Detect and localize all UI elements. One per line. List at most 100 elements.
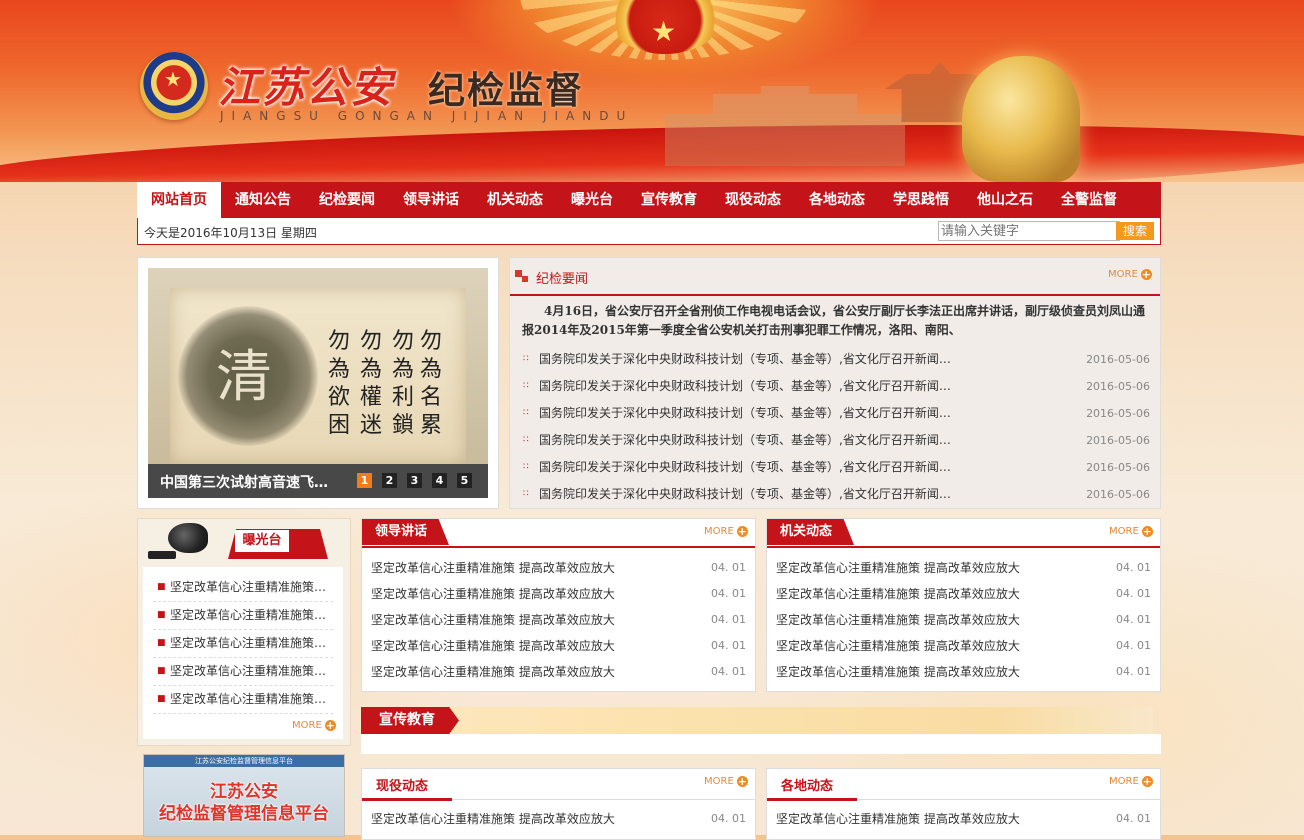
nav-item-study-practice[interactable]: 学思践悟 bbox=[879, 182, 963, 218]
list-item[interactable]: ∷ 国务院印发关于深化中央财政科技计划（专项、基金等）,省文化厅召开新闻… 2016… bbox=[510, 454, 1160, 481]
search-input[interactable] bbox=[938, 221, 1120, 241]
logo-subtitle-cn: 纪检监督 bbox=[428, 68, 584, 112]
active-duty-more-link[interactable]: MORE + bbox=[704, 776, 748, 787]
plus-circle-icon: + bbox=[736, 775, 748, 788]
nav-item-other-mountains[interactable]: 他山之石 bbox=[963, 182, 1047, 218]
slide-dot-5[interactable]: 5 bbox=[457, 473, 472, 488]
plus-circle-icon: + bbox=[1140, 268, 1152, 281]
slide-image[interactable]: 清 勿為名累 勿為利鎖 勿為權迷 勿為欲困 bbox=[148, 268, 488, 464]
section-title-underline bbox=[767, 798, 857, 801]
discipline-news-more-link[interactable]: MORE + bbox=[1108, 269, 1152, 280]
bullet-icon: ∷ bbox=[523, 435, 529, 445]
info-platform-banner[interactable]: 江苏公安纪检监督管理信息平台 江苏公安 纪检监督管理信息平台 bbox=[143, 754, 345, 837]
slide-dot-3[interactable]: 3 bbox=[407, 473, 422, 488]
plus-circle-icon: + bbox=[1141, 775, 1153, 788]
more-label: MORE bbox=[1108, 269, 1138, 280]
more-label: MORE bbox=[1109, 526, 1139, 537]
star-icon: ★ bbox=[651, 15, 677, 48]
nav-item-all-police-supervision[interactable]: 全警监督 bbox=[1047, 182, 1131, 218]
exposure-more-link[interactable]: MORE + bbox=[292, 720, 336, 731]
local-news-more-link[interactable]: MORE + bbox=[1109, 776, 1153, 787]
section-square-icon bbox=[522, 276, 528, 282]
nav-item-publicity[interactable]: 宣传教育 bbox=[627, 182, 711, 218]
organ-news-more-link[interactable]: MORE + bbox=[1109, 526, 1153, 537]
discipline-news-panel: 纪检要闻 MORE + 4月16日，省公安厅召开全省刑侦工作电视电话会议，省公安厅… bbox=[509, 257, 1161, 509]
camera-stand-icon bbox=[148, 551, 176, 559]
slide-dot-1[interactable]: 1 bbox=[357, 473, 372, 488]
slide-caption[interactable]: 中国第三次试射高音速飞… bbox=[160, 472, 328, 492]
list-item[interactable]: ∷ 国务院印发关于深化中央财政科技计划（专项、基金等）,省文化厅召开新闻… 2016… bbox=[510, 427, 1160, 454]
bullet-icon: ∷ bbox=[523, 354, 529, 364]
nav-item-discipline-news[interactable]: 纪检要闻 bbox=[305, 182, 389, 218]
nav-item-active-duty[interactable]: 现役动态 bbox=[711, 182, 795, 218]
bullet-icon: ■ bbox=[157, 666, 166, 676]
list-item[interactable]: ∷ 国务院印发关于深化中央财政科技计划（专项、基金等）,省文化厅召开新闻… 2016… bbox=[510, 481, 1160, 508]
list-item[interactable]: 坚定改革信心注重精准施策 提高改革效应放大 04. 01 bbox=[371, 659, 746, 685]
list-item-title: 国务院印发关于深化中央财政科技计划（专项、基金等）,省文化厅召开新闻… bbox=[539, 460, 951, 474]
main-nav: 网站首页 通知公告 纪检要闻 领导讲话 机关动态 曝光台 宣传教育 现役动态 各… bbox=[137, 182, 1161, 218]
list-item-date: 04. 01 bbox=[1116, 561, 1151, 574]
list-item[interactable]: 坚定改革信心注重精准施策 提高改革效应放大 04. 01 bbox=[371, 581, 746, 607]
discipline-news-headline[interactable]: 4月16日，省公安厅召开全省刑侦工作电视电话会议，省公安厅副厅长李法正出席并讲话… bbox=[522, 302, 1152, 340]
list-item-title: 坚定改革信心注重精准施策 提高改革效应放大 bbox=[371, 665, 615, 679]
nav-item-organ-news[interactable]: 机关动态 bbox=[473, 182, 557, 218]
list-item[interactable]: ■ 坚定改革信心注重精准施策… bbox=[153, 685, 333, 714]
nav-item-notices[interactable]: 通知公告 bbox=[221, 182, 305, 218]
nav-item-exposure[interactable]: 曝光台 bbox=[557, 182, 627, 218]
calligraphy-scroll-image: 清 勿為名累 勿為利鎖 勿為權迷 勿為欲困 bbox=[170, 288, 466, 464]
list-item[interactable]: 坚定改革信心注重精准施策 提高改革效应放大 04. 01 bbox=[776, 607, 1151, 633]
more-label: MORE bbox=[704, 776, 734, 787]
list-item[interactable]: ∷ 国务院印发关于深化中央财政科技计划（专项、基金等）,省文化厅召开新闻… 2016… bbox=[510, 346, 1160, 373]
slide-dot-2[interactable]: 2 bbox=[382, 473, 397, 488]
list-item[interactable]: ∷ 国务院印发关于深化中央财政科技计划（专项、基金等）,省文化厅召开新闻… 2016… bbox=[510, 373, 1160, 400]
section-square-icon bbox=[515, 270, 522, 277]
discipline-news-header: 纪检要闻 MORE + bbox=[510, 258, 1160, 296]
section-title-underline bbox=[362, 798, 452, 801]
list-item[interactable]: ∷ 国务院印发关于深化中央财政科技计划（专项、基金等）,省文化厅召开新闻… 2016… bbox=[510, 400, 1160, 427]
section-divider bbox=[362, 546, 755, 548]
list-item[interactable]: 坚定改革信心注重精准施策 提高改革效应放大 04. 01 bbox=[776, 555, 1151, 581]
list-item[interactable]: ■ 坚定改革信心注重精准施策… bbox=[153, 601, 333, 630]
list-item-date: 04. 01 bbox=[1116, 665, 1151, 678]
list-item-date: 04. 01 bbox=[711, 812, 746, 825]
publicity-title[interactable]: 宣传教育 bbox=[361, 707, 459, 734]
slide-dot-4[interactable]: 4 bbox=[432, 473, 447, 488]
list-item[interactable]: 坚定改革信心注重精准施策 提高改革效应放大 04. 01 bbox=[371, 633, 746, 659]
list-item-title: 坚定改革信心注重精准施策 提高改革效应放大 bbox=[776, 665, 1020, 679]
list-item-date: 04. 01 bbox=[711, 587, 746, 600]
nav-item-home[interactable]: 网站首页 bbox=[137, 182, 221, 218]
list-item[interactable]: 坚定改革信心注重精准施策 提高改革效应放大 04. 01 bbox=[776, 659, 1151, 685]
nav-item-local-news[interactable]: 各地动态 bbox=[795, 182, 879, 218]
current-date: 今天是2016年10月13日 星期四 bbox=[144, 226, 317, 240]
list-item-title: 坚定改革信心注重精准施策… bbox=[170, 692, 327, 706]
exposure-list: ■ 坚定改革信心注重精准施策… ■ 坚定改革信心注重精准施策… ■ 坚定改革信心注重精… bbox=[143, 567, 343, 739]
list-item[interactable]: ■ 坚定改革信心注重精准施策… bbox=[153, 657, 333, 686]
slide-caption-bar: 中国第三次试射高音速飞… 1 2 3 4 5 bbox=[148, 464, 488, 498]
list-item[interactable]: 坚定改革信心注重精准施策 提高改革效应放大 04. 01 bbox=[371, 607, 746, 633]
image-slider: 清 勿為名累 勿為利鎖 勿為權迷 勿為欲困 中国第三次试射高音速飞… 1 2 3… bbox=[137, 257, 499, 509]
slide-verse-col-2: 勿為利鎖 bbox=[392, 329, 415, 438]
list-item[interactable]: 坚定改革信心注重精准施策 提高改革效应放大 04. 01 bbox=[371, 806, 746, 832]
nav-item-leader-speeches[interactable]: 领导讲话 bbox=[389, 182, 473, 218]
list-item[interactable]: 坚定改革信心注重精准施策 提高改革效应放大 04. 01 bbox=[776, 581, 1151, 607]
list-item[interactable]: 坚定改革信心注重精准施策 提高改革效应放大 04. 01 bbox=[776, 633, 1151, 659]
bullet-icon: ■ bbox=[157, 610, 166, 620]
list-item-date: 2016-05-06 bbox=[1086, 407, 1150, 420]
leader-speeches-more-link[interactable]: MORE + bbox=[704, 526, 748, 537]
list-item[interactable]: 坚定改革信心注重精准施策 提高改革效应放大 04. 01 bbox=[776, 806, 1151, 832]
banner-lion-statue-image bbox=[962, 56, 1080, 182]
list-item-title: 坚定改革信心注重精准施策 提高改革效应放大 bbox=[371, 639, 615, 653]
list-item-title: 坚定改革信心注重精准施策 提高改革效应放大 bbox=[776, 613, 1020, 627]
list-item[interactable]: 坚定改革信心注重精准施策 提高改革效应放大 04. 01 bbox=[371, 555, 746, 581]
list-item-title: 国务院印发关于深化中央财政科技计划（专项、基金等）,省文化厅召开新闻… bbox=[539, 487, 951, 501]
list-item[interactable]: ■ 坚定改革信心注重精准施策… bbox=[153, 629, 333, 658]
publicity-content bbox=[361, 734, 1161, 754]
list-item-date: 2016-05-06 bbox=[1086, 353, 1150, 366]
search-button[interactable]: 搜索 bbox=[1116, 222, 1154, 240]
active-duty-panel: 现役动态 MORE + 坚定改革信心注重精准施策 提高改革效应放大 04. 01 bbox=[361, 768, 756, 840]
active-duty-title: 现役动态 bbox=[376, 779, 429, 794]
platform-bar-title: 江苏公安纪检监督管理信息平台 bbox=[195, 757, 293, 765]
list-item[interactable]: ■ 坚定改革信心注重精准施策… bbox=[153, 573, 333, 602]
list-item-title: 坚定改革信心注重精准施策 提高改革效应放大 bbox=[776, 561, 1020, 575]
organ-news-panel: 机关动态 MORE + 坚定改革信心注重精准施策 提高改革效应放大 04. 01 坚… bbox=[766, 518, 1161, 692]
